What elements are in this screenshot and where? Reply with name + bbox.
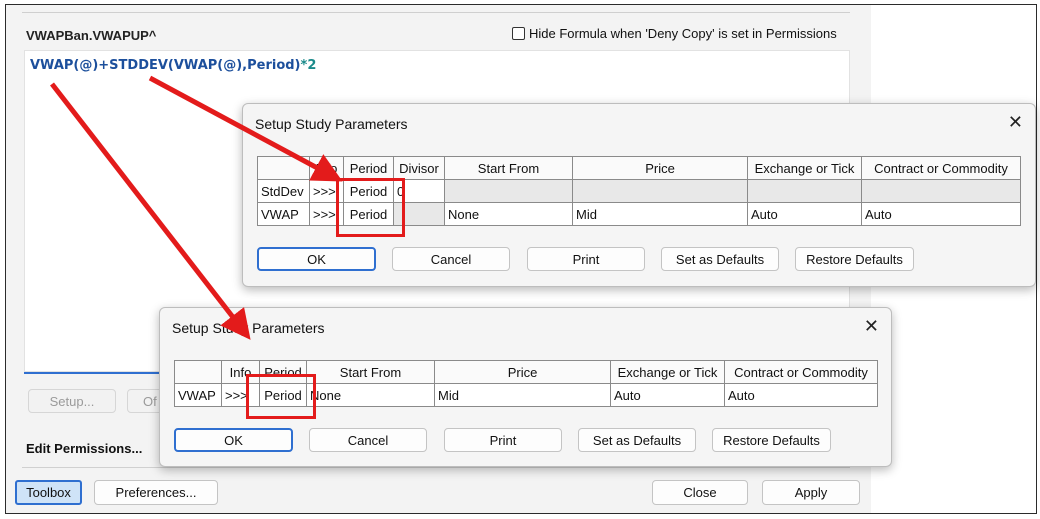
price-cell[interactable]: Mid <box>434 383 611 407</box>
row-label: VWAP <box>257 202 310 226</box>
price-cell <box>572 179 748 203</box>
bottom-divider <box>22 467 850 468</box>
print-button[interactable]: Print <box>444 428 562 452</box>
start-from-cell[interactable]: None <box>306 383 435 407</box>
dialog-title: Setup Study Parameters <box>172 320 325 336</box>
exchange-cell[interactable]: Auto <box>610 383 725 407</box>
grid-header-row: Info Period Divisor Start From Price Exc… <box>257 156 1021 180</box>
dialog-title: Setup Study Parameters <box>255 116 408 132</box>
cancel-button[interactable]: Cancel <box>392 247 510 271</box>
hide-formula-label: Hide Formula when 'Deny Copy' is set in … <box>529 26 837 41</box>
row-label: StdDev <box>257 179 310 203</box>
preferences-button[interactable]: Preferences... <box>94 480 218 505</box>
price-cell[interactable]: Mid <box>572 202 748 226</box>
formula-text[interactable]: VWAP(@)+STDDEV(VWAP(@),Period)*2 <box>30 58 316 73</box>
header-cell: Start From <box>306 360 435 384</box>
hide-formula-checkbox[interactable] <box>512 27 525 40</box>
exchange-cell <box>747 179 862 203</box>
contract-cell[interactable]: Auto <box>724 383 878 407</box>
set-as-defaults-button[interactable]: Set as Defaults <box>661 247 779 271</box>
start-from-cell[interactable]: None <box>444 202 573 226</box>
top-divider <box>22 12 850 13</box>
header-cell: Price <box>434 360 611 384</box>
ok-button[interactable]: OK <box>257 247 376 271</box>
apply-button[interactable]: Apply <box>762 480 860 505</box>
header-cell: Divisor <box>393 156 445 180</box>
toolbox-button[interactable]: Toolbox <box>15 480 82 505</box>
header-cell: Exchange or Tick <box>610 360 725 384</box>
header-cell: Info <box>309 156 344 180</box>
setup-button[interactable]: Setup... <box>28 389 116 413</box>
close-button[interactable]: Close <box>652 480 748 505</box>
highlight-box-period-2 <box>246 374 316 419</box>
close-icon[interactable]: ✕ <box>1008 112 1023 133</box>
row-label: VWAP <box>174 383 222 407</box>
header-cell: Period <box>343 156 394 180</box>
contract-cell[interactable]: Auto <box>861 202 1021 226</box>
formula-part-main: VWAP(@)+STDDEV(VWAP(@),Period) <box>30 58 301 73</box>
header-cell: Contract or Commodity <box>724 360 878 384</box>
edit-permissions-link[interactable]: Edit Permissions... <box>26 441 142 456</box>
study-name-label: VWAPBan.VWAPUP^ <box>26 28 157 43</box>
highlight-box-period-1 <box>336 178 405 237</box>
hide-formula-option[interactable]: Hide Formula when 'Deny Copy' is set in … <box>512 26 837 41</box>
start-from-cell <box>444 179 573 203</box>
exchange-cell[interactable]: Auto <box>747 202 862 226</box>
header-cell <box>174 360 222 384</box>
header-cell: Exchange or Tick <box>747 156 862 180</box>
restore-defaults-button[interactable]: Restore Defaults <box>795 247 914 271</box>
contract-cell <box>861 179 1021 203</box>
set-as-defaults-button[interactable]: Set as Defaults <box>578 428 696 452</box>
restore-defaults-button[interactable]: Restore Defaults <box>712 428 831 452</box>
header-cell <box>257 156 310 180</box>
ok-button[interactable]: OK <box>174 428 293 452</box>
close-icon[interactable]: ✕ <box>864 316 879 337</box>
cancel-button[interactable]: Cancel <box>309 428 427 452</box>
header-cell: Start From <box>444 156 573 180</box>
header-cell: Contract or Commodity <box>861 156 1021 180</box>
header-cell: Price <box>572 156 748 180</box>
print-button[interactable]: Print <box>527 247 645 271</box>
formula-multiplier: 2 <box>307 58 317 73</box>
